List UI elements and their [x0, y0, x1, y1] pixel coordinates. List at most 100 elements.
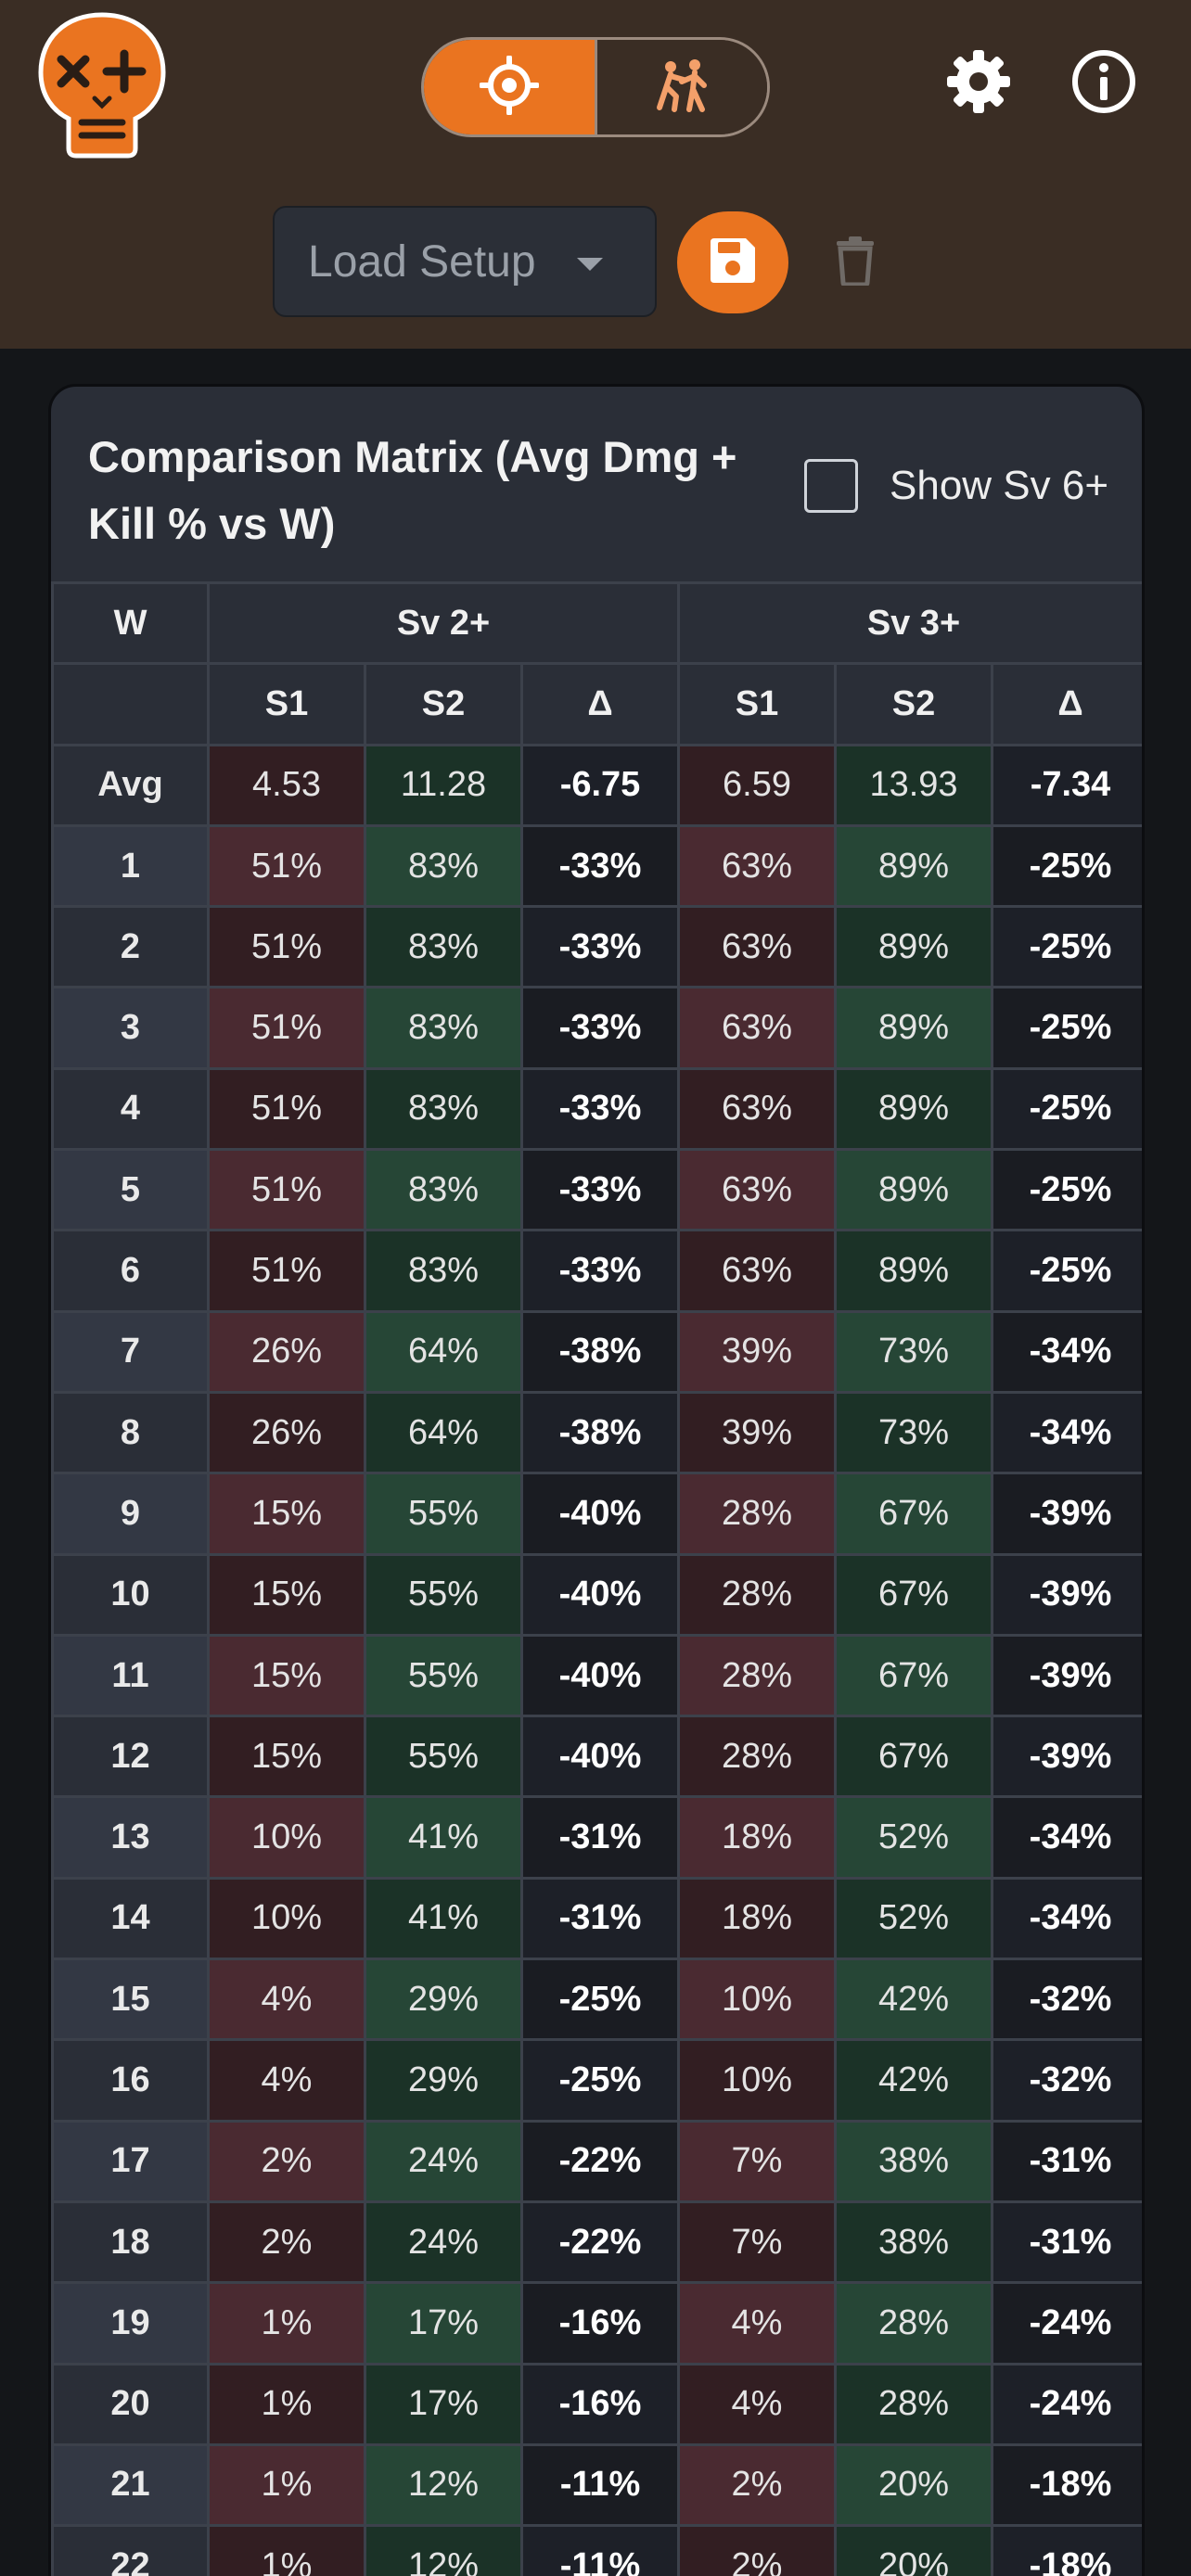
w-cell: 8 — [51, 1390, 210, 1475]
delta-cell: -22% — [519, 2119, 681, 2203]
gear-icon — [945, 48, 1012, 120]
delta-cell: -11% — [519, 2524, 681, 2576]
s1-cell: 4% — [207, 2038, 366, 2123]
delta-cell: -6.75 — [519, 743, 681, 827]
delta-cell: -18% — [991, 2524, 1142, 2576]
s1-cell: 15% — [207, 1633, 366, 1718]
show-sv6-toggle[interactable]: Show Sv 6+ — [804, 459, 1108, 513]
info-button[interactable] — [1067, 46, 1141, 121]
subheader-delta: Δ — [991, 662, 1142, 746]
table-row: 15 4% 29% -25% 10% 42% -32% — [51, 1958, 1142, 2042]
s2-cell: 89% — [834, 1229, 994, 1313]
delta-cell: -34% — [991, 1309, 1142, 1394]
s2-cell: 73% — [834, 1309, 994, 1394]
s2-cell: 55% — [364, 1715, 523, 1799]
s1-cell: 2% — [677, 2442, 838, 2528]
s1-cell: 39% — [677, 1390, 838, 1475]
delta-cell: -39% — [991, 1715, 1142, 1799]
delta-cell: -25% — [519, 1958, 681, 2042]
s2-cell: 11.28 — [364, 743, 523, 827]
s2-cell: 89% — [834, 905, 994, 989]
s2-cell: 83% — [364, 823, 523, 909]
table-row: 22 1% 12% -11% 2% 20% -18% — [51, 2524, 1142, 2576]
s1-cell: 2% — [207, 2119, 366, 2203]
w-cell: 5 — [51, 1148, 210, 1232]
table-row: 19 1% 17% -16% 4% 28% -24% — [51, 2281, 1142, 2366]
s1-cell: 63% — [677, 1066, 838, 1152]
load-setup-select[interactable]: Load Setup — [273, 206, 657, 317]
delta-cell: -39% — [991, 1633, 1142, 1718]
w-cell: 21 — [51, 2442, 210, 2528]
s1-cell: 28% — [677, 1472, 838, 1556]
s1-cell: 51% — [207, 905, 366, 989]
delta-cell: -25% — [519, 2038, 681, 2123]
w-cell: 11 — [51, 1633, 210, 1718]
delta-cell: -25% — [991, 905, 1142, 989]
w-cell: 12 — [51, 1715, 210, 1799]
w-cell: 14 — [51, 1876, 210, 1961]
s2-cell: 12% — [364, 2442, 523, 2528]
table-row: 3 51% 83% -33% 63% 89% -25% — [51, 986, 1142, 1070]
table-row: 14 10% 41% -31% 18% 52% -34% — [51, 1876, 1142, 1961]
delta-cell: -39% — [991, 1552, 1142, 1637]
s2-cell: 42% — [834, 1958, 994, 2042]
s2-cell: 28% — [834, 2362, 994, 2446]
s2-cell: 28% — [834, 2281, 994, 2366]
s1-cell: 51% — [207, 1066, 366, 1152]
w-cell: 3 — [51, 986, 210, 1070]
table-row: 16 4% 29% -25% 10% 42% -32% — [51, 2038, 1142, 2123]
s1-cell: 2% — [677, 2524, 838, 2576]
s2-cell: 67% — [834, 1552, 994, 1637]
table-row: 9 15% 55% -40% 28% 67% -39% — [51, 1472, 1142, 1556]
fight-mode-button[interactable] — [596, 40, 767, 134]
subheader-s1: S1 — [207, 662, 366, 746]
show-sv6-checkbox[interactable] — [804, 459, 858, 513]
s1-cell: 6.59 — [677, 743, 838, 827]
trash-icon — [835, 236, 876, 290]
s2-cell: 83% — [364, 1148, 523, 1232]
s2-cell: 20% — [834, 2524, 994, 2576]
load-setup-label: Load Setup — [308, 236, 536, 287]
matrix-body: Avg 4.53 11.28 -6.75 6.59 13.93 -7.34 1 51% 83% -3… — [51, 743, 1142, 2576]
w-cell: 13 — [51, 1795, 210, 1880]
table-row: 18 2% 24% -22% 7% 38% -31% — [51, 2200, 1142, 2285]
delta-cell: -25% — [991, 986, 1142, 1070]
w-cell: 9 — [51, 1472, 210, 1556]
attack-mode-button[interactable] — [424, 40, 597, 134]
delta-cell: -25% — [991, 1066, 1142, 1152]
save-setup-button[interactable] — [677, 211, 788, 313]
table-row: 17 2% 24% -22% 7% 38% -31% — [51, 2119, 1142, 2203]
s1-cell: 2% — [207, 2200, 366, 2285]
delta-cell: -24% — [991, 2362, 1142, 2446]
s1-cell: 18% — [677, 1876, 838, 1961]
card-title-line1: Comparison Matrix (Avg Dmg + — [88, 432, 737, 481]
w-cell: 22 — [51, 2524, 210, 2576]
s1-cell: 7% — [677, 2119, 838, 2203]
subheader-delta: Δ — [519, 662, 681, 746]
s2-cell: 55% — [364, 1472, 523, 1556]
delta-cell: -18% — [991, 2442, 1142, 2528]
table-row: 21 1% 12% -11% 2% 20% -18% — [51, 2442, 1142, 2528]
delta-cell: -40% — [519, 1552, 681, 1637]
settings-button[interactable] — [941, 46, 1016, 121]
delta-cell: -22% — [519, 2200, 681, 2285]
w-cell: 6 — [51, 1229, 210, 1313]
app-header: Load Setup — [0, 0, 1191, 349]
s2-cell: 24% — [364, 2200, 523, 2285]
skull-logo-icon[interactable] — [37, 11, 167, 159]
s1-cell: 26% — [207, 1390, 366, 1475]
w-cell: 10 — [51, 1552, 210, 1637]
s1-cell: 15% — [207, 1472, 366, 1556]
delta-cell: -24% — [991, 2281, 1142, 2366]
table-row: 4 51% 83% -33% 63% 89% -25% — [51, 1066, 1142, 1152]
card-title-line2: Kill % vs W) — [88, 499, 336, 548]
delta-cell: -33% — [519, 1229, 681, 1313]
delta-cell: -33% — [519, 1148, 681, 1232]
w-cell: 15 — [51, 1958, 210, 2042]
s2-cell: 29% — [364, 2038, 523, 2123]
card-title: Comparison Matrix (Avg Dmg + Kill % vs W… — [88, 424, 830, 557]
s2-cell: 24% — [364, 2119, 523, 2203]
s1-cell: 63% — [677, 905, 838, 989]
delete-setup-button[interactable] — [827, 230, 883, 295]
s1-cell: 51% — [207, 1148, 366, 1232]
